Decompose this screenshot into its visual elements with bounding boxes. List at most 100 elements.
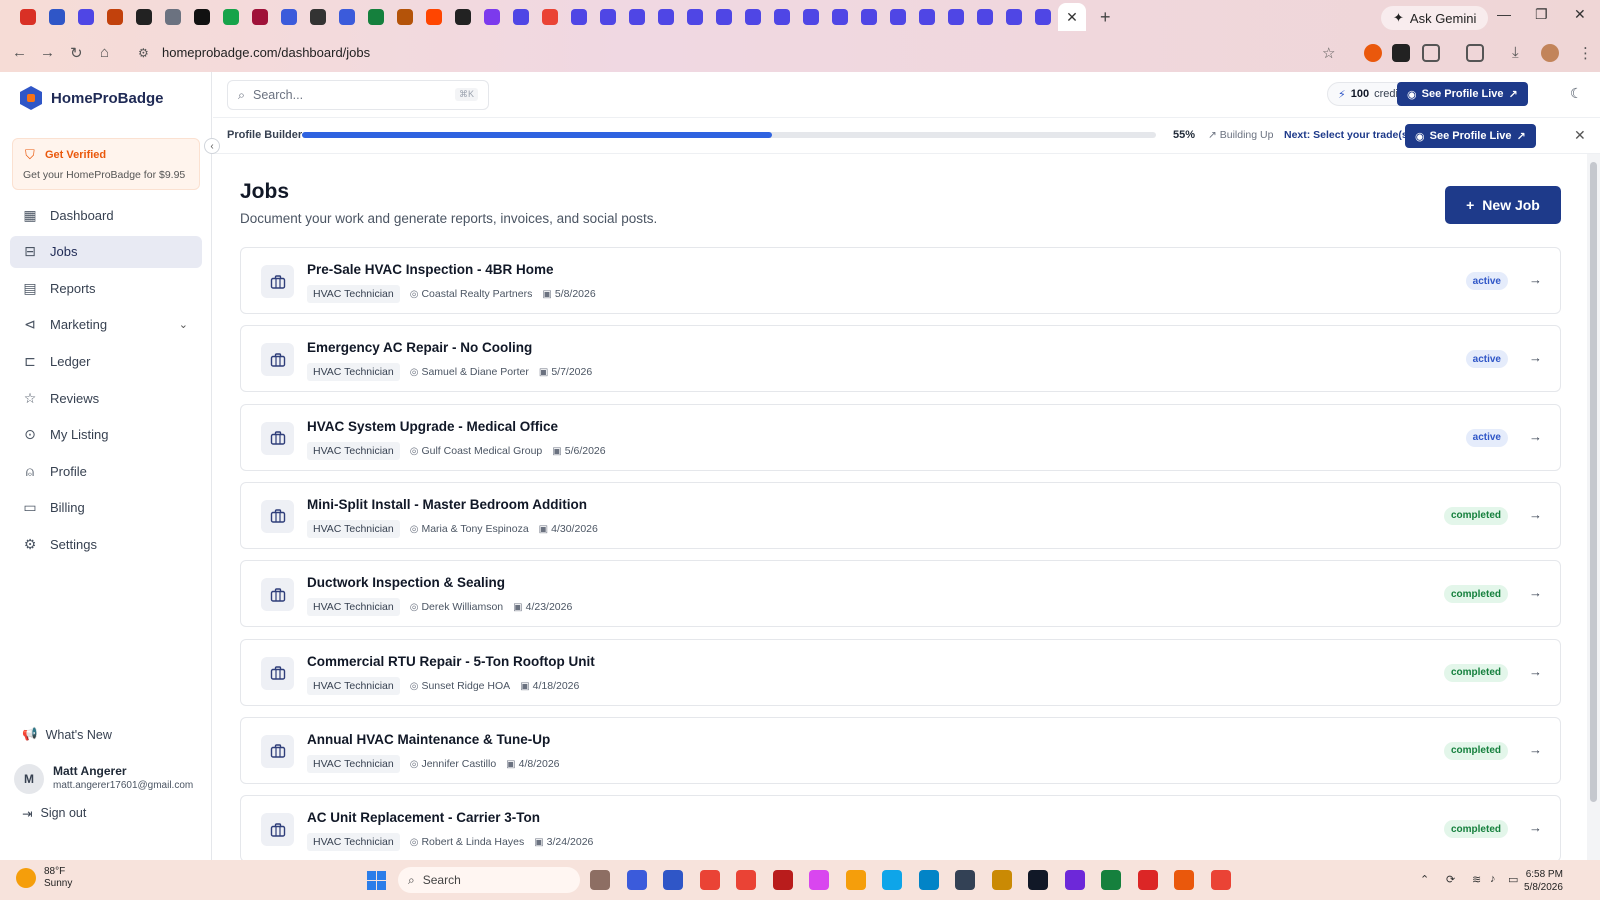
- browser-tab[interactable]: [391, 3, 419, 31]
- arrow-right-icon[interactable]: →: [1529, 664, 1542, 679]
- taskbar-app-icon[interactable]: [626, 870, 647, 890]
- search-input[interactable]: ⌕ Search... ⌘K: [227, 80, 489, 110]
- browser-tab[interactable]: [188, 3, 216, 31]
- weather-widget[interactable]: 88°F Sunny: [16, 866, 72, 890]
- sidebar-item-reviews[interactable]: ☆ Reviews: [10, 382, 202, 414]
- taskbar-app-icon[interactable]: [1174, 870, 1194, 890]
- sync-icon[interactable]: ⟳: [1446, 873, 1455, 886]
- taskbar-app-icon[interactable]: [1137, 870, 1158, 890]
- arrow-right-icon[interactable]: →: [1529, 429, 1542, 444]
- volume-icon[interactable]: ♪: [1490, 873, 1496, 885]
- browser-tab[interactable]: [855, 3, 883, 31]
- browser-tab[interactable]: [1029, 3, 1057, 31]
- job-card[interactable]: Commercial RTU Repair - 5-Ton Rooftop Un…: [240, 638, 1561, 706]
- sidebar-item-dashboard[interactable]: ▦ Dashboard: [10, 199, 202, 231]
- browser-tab[interactable]: [565, 3, 593, 31]
- extensions-puzzle-icon[interactable]: [1422, 44, 1440, 62]
- taskbar-app-icon[interactable]: [590, 870, 610, 890]
- arrow-right-icon[interactable]: →: [1529, 742, 1542, 757]
- browser-tab[interactable]: [797, 3, 825, 31]
- browser-tab[interactable]: [768, 3, 796, 31]
- sidebar-item-settings[interactable]: ⚙ Settings: [10, 528, 202, 560]
- taskbar-app-icon[interactable]: [736, 870, 756, 890]
- browser-menu-icon[interactable]: ⋮: [1578, 44, 1593, 62]
- taskbar-app-icon[interactable]: [663, 870, 683, 890]
- dark-mode-toggle-icon[interactable]: ☾: [1570, 85, 1583, 102]
- sidebar-item-reports[interactable]: ▤ Reports: [10, 272, 202, 304]
- taskbar-search[interactable]: ⌕ Search: [398, 867, 580, 893]
- wifi-icon[interactable]: ≋: [1472, 873, 1481, 886]
- scrollbar-thumb[interactable]: [1590, 162, 1597, 802]
- user-account[interactable]: M Matt Angerer matt.angerer17601@gmail.c…: [14, 760, 202, 802]
- taskbar-app-icon[interactable]: [991, 870, 1012, 890]
- reload-icon[interactable]: ↻: [70, 44, 83, 62]
- browser-tab[interactable]: [913, 3, 941, 31]
- browser-tab[interactable]: [217, 3, 245, 31]
- taskbar-app-icon[interactable]: [882, 870, 902, 890]
- sidebar-item-marketing[interactable]: ⊲ Marketing ⌄: [10, 309, 202, 341]
- browser-tab[interactable]: [942, 3, 970, 31]
- whats-new-link[interactable]: 📢 What's New: [22, 727, 112, 742]
- taskbar-app-icon[interactable]: [1064, 870, 1085, 890]
- browser-tab[interactable]: [623, 3, 651, 31]
- home-icon[interactable]: ⌂: [100, 44, 109, 61]
- see-profile-live-button[interactable]: ◉ See Profile Live ↗: [1397, 82, 1528, 106]
- extension-icon[interactable]: [1364, 44, 1382, 62]
- browser-tab[interactable]: [507, 3, 535, 31]
- taskbar-app-icon[interactable]: [1028, 870, 1048, 890]
- taskbar-app-icon[interactable]: [772, 870, 793, 890]
- browser-tab[interactable]: [333, 3, 361, 31]
- browser-tab[interactable]: [884, 3, 912, 31]
- arrow-right-icon[interactable]: →: [1529, 820, 1542, 835]
- taskbar-app-icon[interactable]: [1101, 870, 1121, 890]
- new-tab-button[interactable]: +: [1100, 7, 1111, 28]
- browser-tab[interactable]: [449, 3, 477, 31]
- sidebar-item-profile[interactable]: ⍝ Profile: [10, 455, 202, 487]
- system-clock[interactable]: 6:58 PM 5/8/2026: [1524, 868, 1563, 894]
- brand-logo[interactable]: HomeProBadge: [20, 86, 164, 110]
- browser-tab[interactable]: [101, 3, 129, 31]
- browser-tab[interactable]: [130, 3, 158, 31]
- arrow-right-icon[interactable]: →: [1529, 272, 1542, 287]
- browser-tab[interactable]: [304, 3, 332, 31]
- browser-tab[interactable]: [362, 3, 390, 31]
- browser-tab[interactable]: [420, 3, 448, 31]
- sidebar-item-my-listing[interactable]: ⊙ My Listing: [10, 419, 202, 451]
- browser-tab[interactable]: [1000, 3, 1028, 31]
- extension-icon[interactable]: [1392, 44, 1410, 62]
- taskbar-app-icon[interactable]: [918, 870, 939, 890]
- sign-out-button[interactable]: ⇥ Sign out: [22, 806, 86, 821]
- minimize-window-button[interactable]: —: [1497, 6, 1511, 22]
- scrollbar[interactable]: [1587, 154, 1600, 860]
- browser-tab[interactable]: [971, 3, 999, 31]
- site-info-icon[interactable]: ⚙: [138, 46, 149, 60]
- arrow-right-icon[interactable]: →: [1529, 585, 1542, 600]
- collapse-sidebar-button[interactable]: ‹: [204, 138, 220, 154]
- job-card[interactable]: Ductwork Inspection & Sealing HVAC Techni…: [240, 560, 1561, 628]
- see-profile-live-builder-button[interactable]: ◉ See Profile Live ↗: [1405, 124, 1536, 148]
- job-card[interactable]: Annual HVAC Maintenance & Tune-Up HVAC Te…: [240, 716, 1561, 784]
- browser-tab[interactable]: [72, 3, 100, 31]
- close-window-button[interactable]: ✕: [1574, 6, 1586, 23]
- browser-tab[interactable]: [14, 3, 42, 31]
- active-tab-close-icon[interactable]: ✕: [1058, 3, 1086, 31]
- get-verified-card[interactable]: ⛉ Get Verified Get your HomeProBadge for…: [12, 138, 200, 190]
- job-card[interactable]: AC Unit Replacement - Carrier 3-Ton HVAC …: [240, 795, 1561, 860]
- windows-start-icon[interactable]: [367, 871, 386, 890]
- browser-tab[interactable]: [681, 3, 709, 31]
- taskbar-app-icon[interactable]: [955, 870, 975, 890]
- restore-window-button[interactable]: ❐: [1535, 6, 1548, 23]
- arrow-right-icon[interactable]: →: [1529, 507, 1542, 522]
- job-card[interactable]: HVAC System Upgrade - Medical Office HVAC…: [240, 403, 1561, 471]
- job-card[interactable]: Emergency AC Repair - No Cooling HVAC Tec…: [240, 325, 1561, 393]
- browser-tab[interactable]: [536, 3, 564, 31]
- chevron-down-icon[interactable]: ⌄: [179, 318, 188, 331]
- sidebar-item-ledger[interactable]: ⊏ Ledger: [10, 345, 202, 377]
- forward-icon[interactable]: →: [40, 44, 55, 61]
- new-job-button[interactable]: + New Job: [1445, 186, 1561, 224]
- browser-tab[interactable]: [478, 3, 506, 31]
- back-icon[interactable]: ←: [12, 44, 27, 61]
- next-step-dropdown[interactable]: Next: Select your trade(s) ⌄: [1284, 129, 1423, 141]
- job-card[interactable]: Pre-Sale HVAC Inspection - 4BR Home HVAC …: [240, 247, 1561, 314]
- split-view-icon[interactable]: [1466, 44, 1484, 62]
